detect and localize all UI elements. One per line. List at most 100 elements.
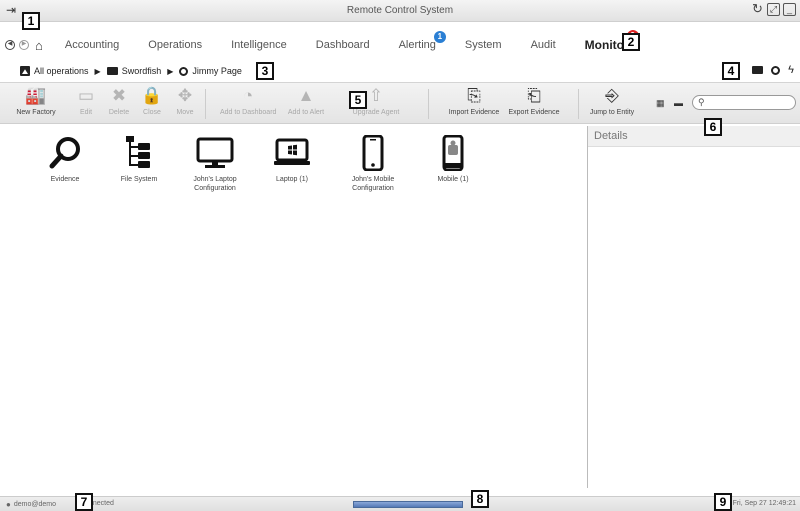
notification-badge: 1: [433, 31, 446, 43]
toolbar-separator: [428, 89, 429, 119]
entity-label: Mobile (1): [437, 176, 469, 183]
import-icon: ⎘: [467, 86, 481, 105]
toolbar-button-label: Add to Dashboard: [220, 109, 277, 116]
toolbar-button-label: Import Evidence: [448, 109, 500, 116]
toolbar-button-label: Add to Alert: [287, 109, 325, 116]
menu-item-label: Intelligence: [231, 39, 287, 51]
progress-bar: [353, 501, 463, 508]
entity-file-system[interactable]: File System: [99, 134, 179, 184]
menu-item-label: Operations: [148, 39, 203, 51]
section-menu: Accounting Operations Intelligence Dashboar…: [65, 30, 658, 52]
callout-2: 2: [622, 33, 640, 51]
filesystem-icon: [99, 134, 179, 172]
new-factory-button[interactable]: 🏭 New Factory: [8, 86, 64, 116]
toolbar-button-label: New Factory: [16, 109, 56, 116]
grid-view-icon[interactable]: ▦: [656, 98, 665, 109]
entity-workspace: Evidence File System John's Laptop Configu…: [0, 126, 587, 488]
target-filter-icon[interactable]: [771, 65, 781, 75]
window-title: Remote Control System: [346, 5, 454, 16]
entity-mobile-1[interactable]: Mobile (1): [413, 134, 493, 184]
progress-fill: [354, 502, 462, 507]
entity-laptop-1[interactable]: Laptop (1): [252, 134, 332, 184]
status-bar: ● demo@demo nnected Fri, Sep 27 12:49:21: [0, 496, 800, 511]
monitor-icon: [175, 134, 255, 172]
laptop-windows-icon: [252, 134, 332, 172]
toolbar-separator: [205, 89, 206, 119]
target-icon: [179, 66, 189, 76]
back-icon[interactable]: ◀: [5, 40, 15, 50]
details-panel: Details: [588, 126, 800, 488]
operations-icon: [20, 66, 30, 76]
breadcrumb-label: Swordfish: [121, 66, 162, 76]
minimize-icon[interactable]: _: [783, 3, 796, 16]
search-input[interactable]: [709, 97, 793, 108]
menu-item-label: Audit: [530, 39, 556, 51]
breadcrumb-item[interactable]: All operations: [20, 66, 89, 76]
history-controls: ◀ ▶ ⌂: [5, 38, 43, 53]
entity-label: John's Laptop Configuration: [193, 176, 237, 192]
status-datetime: Fri, Sep 27 12:49:21: [732, 500, 796, 507]
callout-6: 6: [704, 118, 722, 136]
menu-item-alerting[interactable]: Alerting 1: [398, 31, 446, 51]
entity-evidence[interactable]: Evidence: [25, 134, 105, 184]
entity-label: John's Mobile Configuration: [351, 176, 395, 192]
export-evidence-button[interactable]: ⎗ Export Evidence: [506, 86, 562, 116]
menu-item-dashboard[interactable]: Dashboard: [316, 39, 370, 51]
list-view-icon[interactable]: ▬: [674, 98, 683, 108]
factory-icon: 🏭: [25, 86, 47, 105]
entity-john-s-mobile-configuration[interactable]: John's Mobile Configuration: [333, 134, 413, 193]
breadcrumb: All operations ▶ Swordfish ▶ Jimmy Page ϟ: [0, 62, 800, 80]
toolbar-separator: [578, 89, 579, 119]
menu-item-system[interactable]: System: [465, 39, 502, 51]
agent-filter-icon[interactable]: ϟ: [788, 64, 794, 76]
details-header: Details: [588, 126, 800, 147]
breadcrumb-label: Jimmy Page: [192, 66, 242, 76]
add-to-alert-button[interactable]: ▲ Add to Alert: [278, 86, 334, 116]
entity-label: File System: [120, 176, 158, 183]
action-toolbar: 🏭 New Factory ▭ Edit ✖ Delete 🔒 Close ✥ Move ◔ Add …: [0, 82, 800, 124]
menu-item-intelligence[interactable]: Intelligence: [231, 39, 287, 51]
toolbar-button-label: Upgrade Agent: [352, 109, 400, 116]
dashboard-icon: ◔: [242, 86, 254, 105]
alert-icon: ▲: [297, 86, 315, 105]
menu-item-label: Accounting: [64, 39, 120, 51]
status-username: demo@demo: [13, 501, 56, 508]
jump-icon: ⎆: [605, 86, 619, 105]
entity-john-s-laptop-configuration[interactable]: John's Laptop Configuration: [175, 134, 255, 193]
add-to-dashboard-button[interactable]: ◔ Add to Dashboard: [220, 86, 276, 116]
jump-to-entity-button[interactable]: ⎆ Jump to Entity: [584, 86, 640, 116]
refresh-icon[interactable]: ↻: [751, 2, 764, 16]
export-icon: ⎗: [527, 86, 541, 105]
toolbar-button-label: Export Evidence: [508, 109, 560, 116]
mobile-android-icon: [413, 134, 493, 172]
search-icon: ⚲: [698, 97, 705, 107]
breadcrumb-label: All operations: [34, 66, 89, 76]
breadcrumb-trail: All operations ▶ Swordfish ▶ Jimmy Page: [20, 66, 242, 76]
breadcrumb-item[interactable]: Swordfish: [106, 66, 162, 76]
entity-label: Evidence: [50, 176, 80, 183]
home-icon[interactable]: ⌂: [35, 38, 43, 53]
window-controls: ↻ ⤢ _: [751, 2, 796, 16]
menu-item-audit[interactable]: Audit: [531, 39, 556, 51]
callout-7: 7: [75, 493, 93, 511]
forward-icon[interactable]: ▶: [19, 40, 29, 50]
breadcrumb-separator-icon: ▶: [94, 66, 101, 76]
menu-item-operations[interactable]: Operations: [148, 39, 202, 51]
folder-filter-icon[interactable]: [752, 66, 764, 74]
breadcrumb-item[interactable]: Jimmy Page: [179, 66, 242, 76]
maximize-icon[interactable]: ⤢: [767, 3, 780, 16]
breadcrumb-filters: ϟ: [752, 64, 794, 76]
callout-5: 5: [349, 91, 367, 109]
toolbar-button-label: Jump to Entity: [589, 109, 635, 116]
title-bar: ⇥ Remote Control System ↻ ⤢ _: [0, 0, 800, 22]
menu-item-label: System: [464, 39, 502, 51]
menu-item-accounting[interactable]: Accounting: [65, 39, 119, 51]
menu-item-label: Dashboard: [315, 39, 370, 51]
callout-4: 4: [722, 62, 740, 80]
callout-8: 8: [471, 490, 489, 508]
menu-item-label: Alerting: [398, 39, 436, 51]
search-box[interactable]: ⚲: [692, 95, 796, 110]
folder-icon: [106, 67, 118, 75]
callout-9: 9: [714, 493, 732, 511]
import-evidence-button[interactable]: ⎘ Import Evidence: [446, 86, 502, 116]
